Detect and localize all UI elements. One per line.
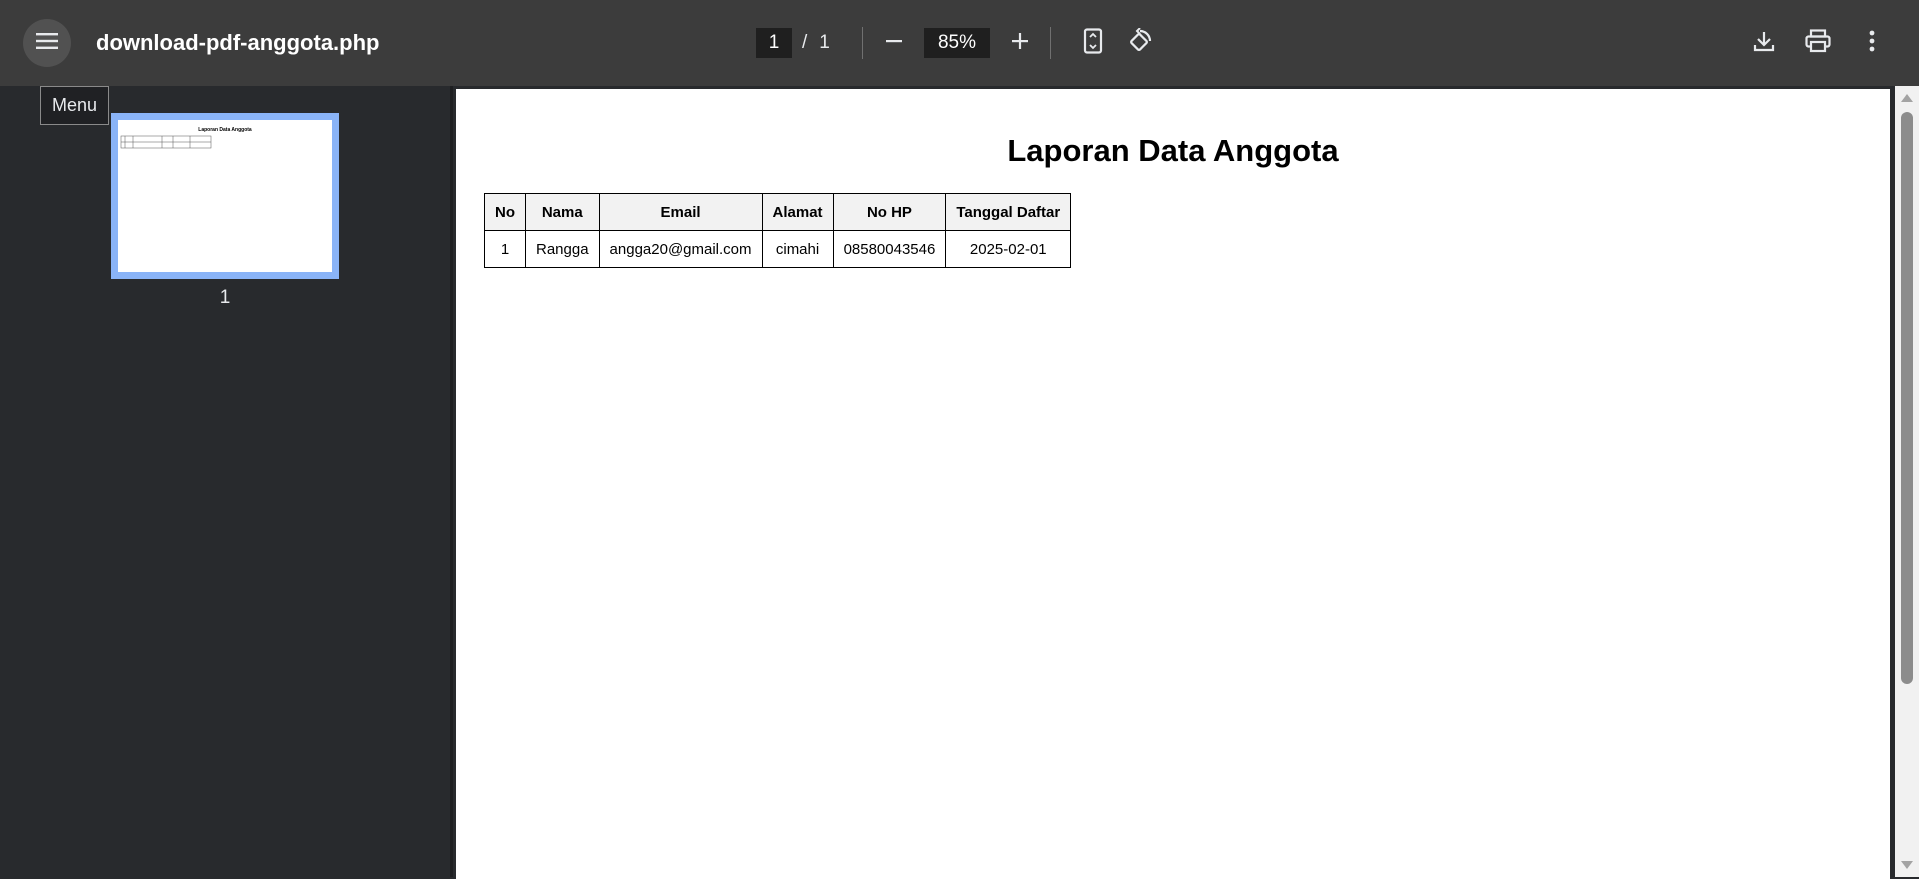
scrollbar-thumb[interactable] (1901, 112, 1913, 684)
column-header-email: Email (598, 193, 763, 231)
rotate-counterclockwise-icon (1127, 26, 1153, 59)
thumbnail-page-preview: Laporan Data Anggota (118, 120, 332, 272)
hamburger-menu-icon (36, 32, 58, 54)
cell-email: angga20@gmail.com (598, 230, 763, 268)
cell-nama: Rangga (525, 230, 600, 268)
print-icon (1805, 28, 1831, 58)
fit-to-page-button[interactable] (1073, 23, 1113, 63)
fit-to-page-icon (1083, 27, 1103, 59)
pdf-toolbar: download-pdf-anggota.php / 1 (0, 0, 1919, 86)
rotate-button[interactable] (1120, 23, 1160, 63)
cell-alamat: cimahi (761, 230, 834, 268)
minus-icon (885, 32, 903, 55)
more-vertical-icon (1869, 30, 1875, 57)
column-header-no-hp: No HP (832, 193, 947, 231)
print-button[interactable] (1798, 23, 1838, 63)
more-actions-button[interactable] (1852, 23, 1892, 63)
download-icon (1753, 30, 1775, 57)
page-indicator: / 1 (756, 28, 830, 58)
zoom-in-button[interactable] (1000, 23, 1040, 63)
toolbar-divider (1050, 27, 1051, 59)
page-thumbnail-1[interactable]: Laporan Data Anggota (111, 113, 339, 279)
thumbnail-mini-table (120, 135, 212, 149)
download-button[interactable] (1744, 23, 1784, 63)
zoom-out-button[interactable] (874, 23, 914, 63)
cell-no: 1 (484, 230, 526, 268)
plus-icon (1011, 32, 1029, 55)
menu-button[interactable] (23, 19, 71, 67)
zoom-level-input[interactable] (924, 28, 990, 58)
column-header-alamat: Alamat (761, 193, 834, 231)
thumbnail-page-number: 1 (219, 287, 231, 308)
table-header-row: No Nama Email Alamat No HP Tanggal Dafta… (484, 193, 1072, 231)
column-header-tanggal-daftar: Tanggal Daftar (945, 193, 1072, 231)
members-table: No Nama Email Alamat No HP Tanggal Dafta… (484, 193, 1072, 268)
page-number-input[interactable] (756, 28, 792, 58)
column-header-no: No (484, 193, 526, 231)
column-header-nama: Nama (525, 193, 600, 231)
toolbar-divider (862, 27, 863, 59)
scroll-down-arrow-icon[interactable] (1901, 861, 1913, 869)
menu-tooltip: Menu (40, 86, 110, 125)
page-total: 1 (819, 32, 830, 53)
pdf-page: Laporan Data Anggota No Nama Email Alama… (456, 89, 1890, 879)
document-title: Laporan Data Anggota (1007, 133, 1339, 168)
cell-tanggal-daftar: 2025-02-01 (945, 230, 1072, 268)
document-viewer: Laporan Data Anggota No Nama Email Alama… (453, 86, 1895, 879)
file-title: download-pdf-anggota.php (96, 30, 380, 55)
cell-no-hp: 08580043546 (832, 230, 947, 268)
page-separator: / (802, 32, 808, 53)
scroll-up-arrow-icon[interactable] (1901, 94, 1913, 102)
vertical-scrollbar[interactable] (1895, 86, 1919, 877)
table-row: 1 Rangga angga20@gmail.com cimahi 085800… (484, 230, 1072, 268)
